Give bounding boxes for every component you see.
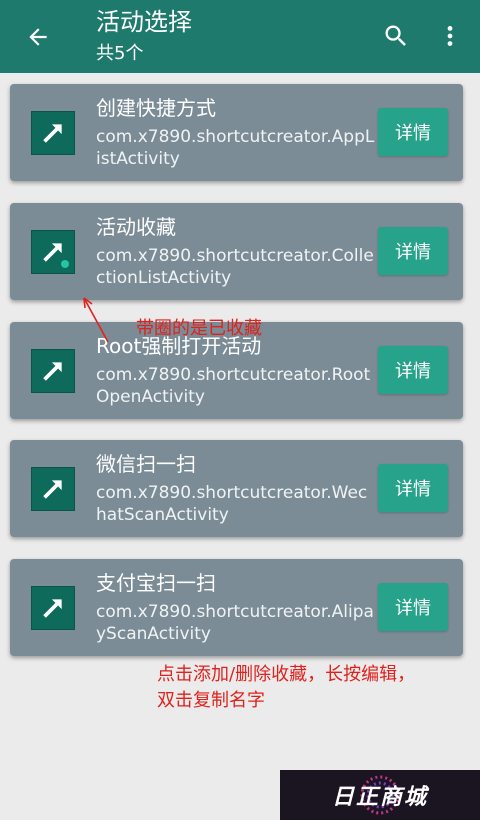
search-button[interactable]	[378, 18, 414, 54]
watermark-logo: 日正商城	[280, 770, 480, 820]
page-title: 活动选择	[96, 8, 192, 36]
detail-button[interactable]: 详情	[378, 108, 448, 156]
favorite-dot-icon	[61, 260, 69, 268]
activity-card[interactable]: 微信扫一扫 com.x7890.shortcutcreator.WechatSc…	[10, 440, 463, 537]
activity-package: com.x7890.shortcutcreator.AppListActivit…	[96, 127, 375, 169]
arrow-back-icon	[29, 28, 47, 46]
more-options-button[interactable]	[432, 18, 468, 54]
activity-card[interactable]: 创建快捷方式 com.x7890.shortcutcreator.AppList…	[10, 84, 463, 181]
activity-card[interactable]: 活动收藏 com.x7890.shortcutcreator.Collectio…	[10, 203, 463, 300]
back-button[interactable]	[20, 19, 56, 55]
more-vert-icon	[447, 26, 453, 46]
activity-name: 创建快捷方式	[96, 96, 216, 120]
favorite-hint-annotation: 带圈的是已收藏	[136, 318, 262, 339]
watermark-text: 日正商城	[331, 785, 428, 810]
activity-name: 微信扫一扫	[96, 452, 196, 476]
annotation-arrow-icon	[83, 297, 109, 343]
activity-name: 活动收藏	[96, 215, 176, 239]
shortcut-arrow-icon	[31, 349, 75, 393]
activity-package: com.x7890.shortcutcreator.RootOpenActivi…	[96, 365, 371, 407]
page-subtitle: 共5个	[96, 43, 144, 64]
activity-name: 支付宝扫一扫	[96, 571, 216, 595]
activity-package: com.x7890.shortcutcreator.CollectionList…	[96, 246, 374, 288]
activity-package: com.x7890.shortcutcreator.WechatScanActi…	[96, 483, 368, 525]
shortcut-arrow-icon	[31, 467, 75, 511]
detail-button[interactable]: 详情	[378, 464, 448, 512]
shortcut-arrow-icon	[31, 230, 75, 274]
usage-hint-annotation: 点击添加/删除收藏，长按编辑，	[157, 664, 416, 685]
app-bar: 活动选择 共5个	[0, 0, 480, 73]
detail-button[interactable]: 详情	[378, 227, 448, 275]
activity-card[interactable]: 支付宝扫一扫 com.x7890.shortcutcreator.AlipayS…	[10, 559, 463, 656]
activity-package: com.x7890.shortcutcreator.AlipayScanActi…	[96, 602, 374, 644]
detail-button[interactable]: 详情	[378, 346, 448, 394]
detail-button[interactable]: 详情	[378, 583, 448, 631]
search-icon	[385, 25, 406, 46]
shortcut-arrow-icon	[31, 111, 75, 155]
usage-hint-annotation-line2: 双击复制名字	[157, 690, 265, 711]
shortcut-arrow-icon	[31, 586, 75, 630]
